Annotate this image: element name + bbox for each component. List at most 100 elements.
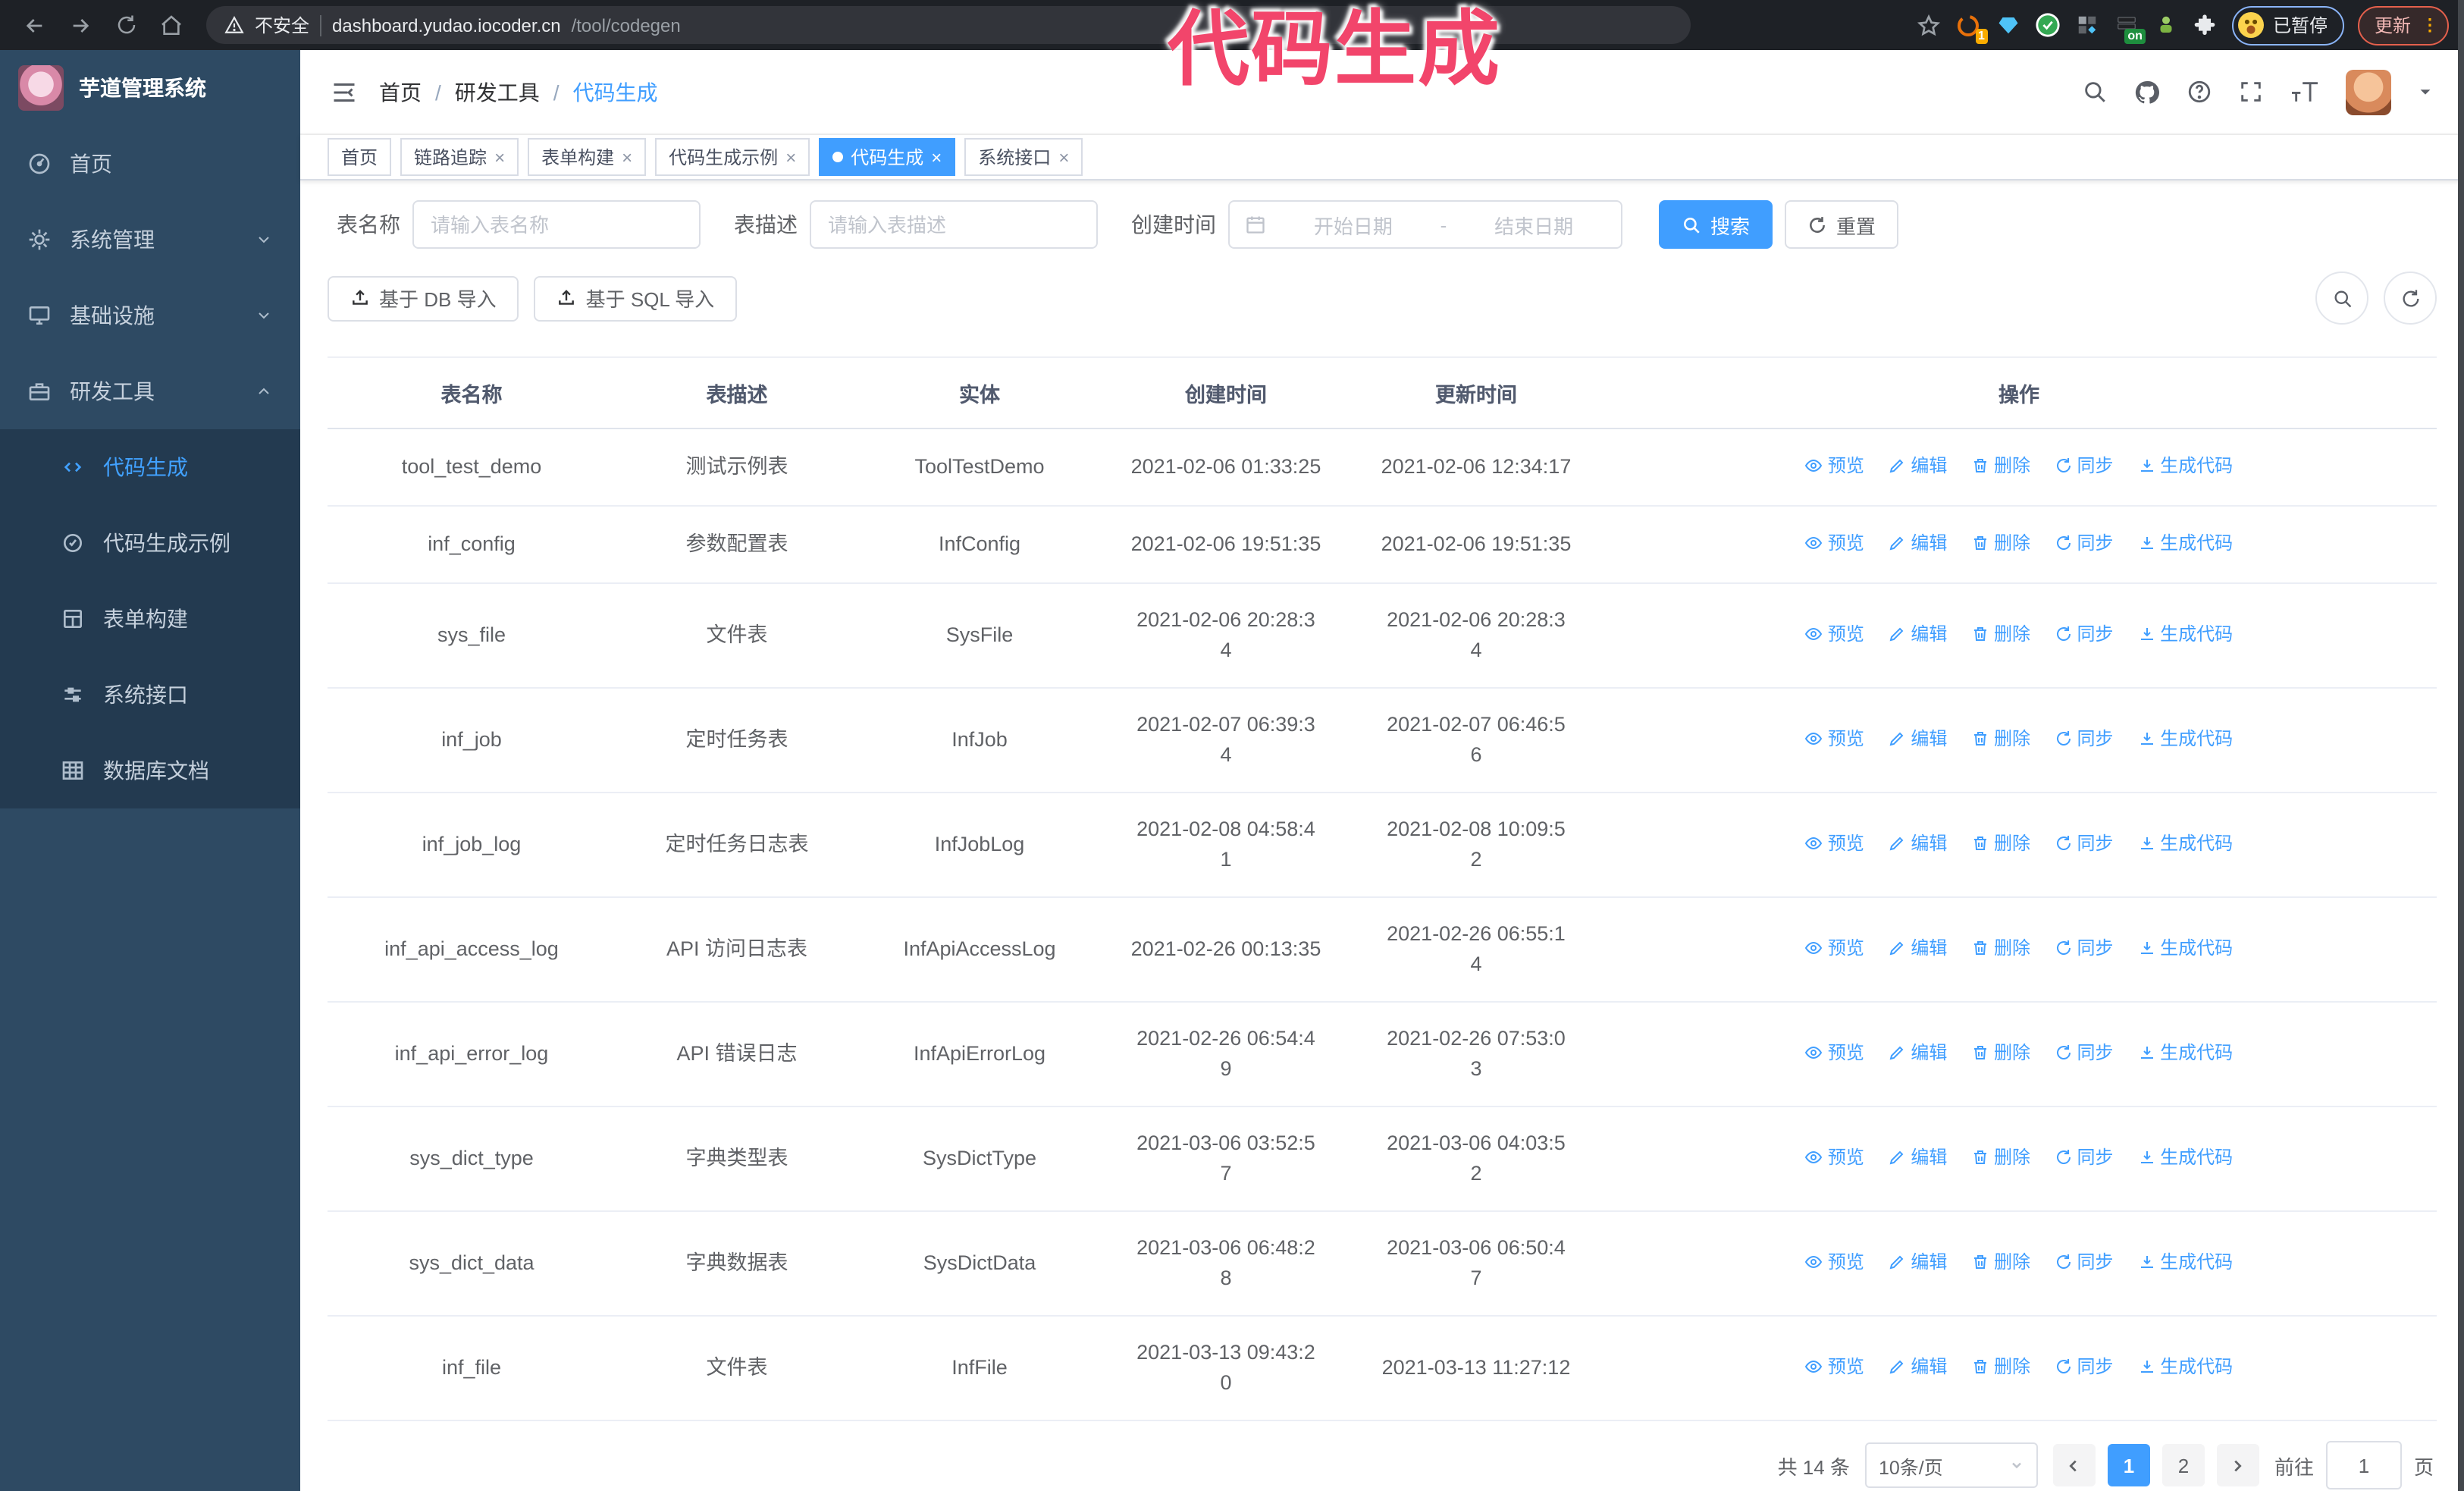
extension-icon-green-check[interactable] xyxy=(2035,12,2061,38)
page-size-select[interactable]: 10条/页 xyxy=(1864,1442,2038,1488)
user-menu-caret-icon[interactable] xyxy=(2417,83,2434,100)
reset-button[interactable]: 重置 xyxy=(1785,200,1899,249)
browser-forward-button[interactable] xyxy=(61,5,100,45)
preview-action[interactable]: 预览 xyxy=(1805,1351,1864,1382)
tag-tracing[interactable]: 链路追踪 × xyxy=(400,138,519,176)
preview-action[interactable]: 预览 xyxy=(1805,933,1864,963)
delete-action[interactable]: 删除 xyxy=(1971,1142,2030,1172)
delete-action[interactable]: 删除 xyxy=(1971,1247,2030,1277)
app-logo-row[interactable]: 芋道管理系统 xyxy=(0,50,300,126)
generate-code-action[interactable]: 生成代码 xyxy=(2137,1351,2233,1382)
preview-action[interactable]: 预览 xyxy=(1805,450,1864,481)
sync-action[interactable]: 同步 xyxy=(2055,450,2114,481)
delete-action[interactable]: 删除 xyxy=(1971,619,2030,649)
extensions-puzzle-icon[interactable] xyxy=(2193,12,2218,38)
refresh-table-button[interactable] xyxy=(2384,272,2437,325)
breadcrumb-devtools[interactable]: 研发工具 xyxy=(455,77,540,107)
sidebar-subitem-api[interactable]: 系统接口 xyxy=(0,657,300,733)
sidebar-item-infrastructure[interactable]: 基础设施 xyxy=(0,278,300,353)
delete-action[interactable]: 删除 xyxy=(1971,528,2030,558)
tag-codegen-example[interactable]: 代码生成示例 × xyxy=(655,138,810,176)
sidebar-subitem-db-docs[interactable]: 数据库文档 xyxy=(0,733,300,808)
breadcrumb-home[interactable]: 首页 xyxy=(379,77,422,107)
table-desc-input[interactable] xyxy=(810,200,1098,249)
sync-action[interactable]: 同步 xyxy=(2055,619,2114,649)
sidebar-toggle-icon[interactable] xyxy=(331,78,358,105)
browser-menu-dots-icon[interactable]: ⋮ xyxy=(2422,17,2438,33)
generate-code-action[interactable]: 生成代码 xyxy=(2137,724,2233,754)
generate-code-action[interactable]: 生成代码 xyxy=(2137,1142,2233,1172)
browser-scrollbar[interactable] xyxy=(2458,0,2464,1491)
preview-action[interactable]: 预览 xyxy=(1805,1037,1864,1068)
prev-page-button[interactable] xyxy=(2052,1444,2096,1486)
extension-icon-bot[interactable] xyxy=(2153,12,2179,38)
preview-action[interactable]: 预览 xyxy=(1805,619,1864,649)
preview-action[interactable]: 预览 xyxy=(1805,1247,1864,1277)
edit-action[interactable]: 编辑 xyxy=(1888,724,1947,754)
extension-icon-orange[interactable]: 1 xyxy=(1956,12,1988,44)
bookmark-star-icon[interactable] xyxy=(1917,12,1942,38)
sidebar-subitem-codegen-example[interactable]: 代码生成示例 xyxy=(0,505,300,581)
generate-code-action[interactable]: 生成代码 xyxy=(2137,528,2233,558)
delete-action[interactable]: 删除 xyxy=(1971,1351,2030,1382)
close-icon[interactable]: × xyxy=(494,148,505,166)
extension-icon-gem[interactable] xyxy=(1995,12,2021,38)
edit-action[interactable]: 编辑 xyxy=(1888,933,1947,963)
github-icon[interactable] xyxy=(2133,78,2161,105)
browser-reload-button[interactable] xyxy=(106,5,146,45)
sidebar-subitem-codegen[interactable]: 代码生成 xyxy=(0,429,300,505)
generate-code-action[interactable]: 生成代码 xyxy=(2137,1037,2233,1068)
edit-action[interactable]: 编辑 xyxy=(1888,1142,1947,1172)
generate-code-action[interactable]: 生成代码 xyxy=(2137,450,2233,481)
close-icon[interactable]: × xyxy=(931,148,942,166)
edit-action[interactable]: 编辑 xyxy=(1888,828,1947,859)
edit-action[interactable]: 编辑 xyxy=(1888,1247,1947,1277)
import-sql-button[interactable]: 基于 SQL 导入 xyxy=(534,275,738,321)
show-search-toggle-button[interactable] xyxy=(2315,272,2368,325)
edit-action[interactable]: 编辑 xyxy=(1888,1351,1947,1382)
sidebar-item-system[interactable]: 系统管理 xyxy=(0,202,300,278)
search-button[interactable]: 搜索 xyxy=(1659,200,1773,249)
preview-action[interactable]: 预览 xyxy=(1805,724,1864,754)
delete-action[interactable]: 删除 xyxy=(1971,828,2030,859)
generate-code-action[interactable]: 生成代码 xyxy=(2137,933,2233,963)
profile-paused-badge[interactable]: 已暂停 xyxy=(2231,5,2344,45)
sync-action[interactable]: 同步 xyxy=(2055,528,2114,558)
sync-action[interactable]: 同步 xyxy=(2055,724,2114,754)
tag-api[interactable]: 系统接口 × xyxy=(964,138,1083,176)
edit-action[interactable]: 编辑 xyxy=(1888,450,1947,481)
close-icon[interactable]: × xyxy=(1058,148,1069,166)
extension-icon-grid[interactable] xyxy=(2074,12,2100,38)
generate-code-action[interactable]: 生成代码 xyxy=(2137,1247,2233,1277)
close-icon[interactable]: × xyxy=(622,148,632,166)
browser-home-button[interactable] xyxy=(152,5,191,45)
sidebar-subitem-form-builder[interactable]: 表单构建 xyxy=(0,581,300,657)
table-name-input[interactable] xyxy=(412,200,701,249)
generate-code-action[interactable]: 生成代码 xyxy=(2137,828,2233,859)
close-icon[interactable]: × xyxy=(785,148,796,166)
sync-action[interactable]: 同步 xyxy=(2055,1247,2114,1277)
edit-action[interactable]: 编辑 xyxy=(1888,619,1947,649)
page-button-1[interactable]: 1 xyxy=(2107,1444,2150,1486)
sync-action[interactable]: 同步 xyxy=(2055,933,2114,963)
preview-action[interactable]: 预览 xyxy=(1805,528,1864,558)
delete-action[interactable]: 删除 xyxy=(1971,724,2030,754)
browser-update-button[interactable]: 更新 ⋮ xyxy=(2357,5,2449,45)
sync-action[interactable]: 同步 xyxy=(2055,1351,2114,1382)
date-range-picker[interactable]: 开始日期 - 结束日期 xyxy=(1228,200,1622,249)
font-size-icon[interactable] xyxy=(2290,79,2320,105)
page-button-2[interactable]: 2 xyxy=(2161,1444,2205,1486)
delete-action[interactable]: 删除 xyxy=(1971,933,2030,963)
fullscreen-icon[interactable] xyxy=(2238,79,2264,105)
sidebar-item-home[interactable]: 首页 xyxy=(0,126,300,202)
next-page-button[interactable] xyxy=(2216,1444,2259,1486)
import-db-button[interactable]: 基于 DB 导入 xyxy=(328,275,519,321)
tag-codegen-active[interactable]: 代码生成 × xyxy=(819,138,956,176)
sync-action[interactable]: 同步 xyxy=(2055,1037,2114,1068)
search-icon[interactable] xyxy=(2082,79,2108,105)
edit-action[interactable]: 编辑 xyxy=(1888,1037,1947,1068)
delete-action[interactable]: 删除 xyxy=(1971,1037,2030,1068)
user-avatar[interactable] xyxy=(2346,69,2391,115)
goto-page-input[interactable] xyxy=(2325,1441,2402,1489)
tag-form-builder[interactable]: 表单构建 × xyxy=(528,138,647,176)
